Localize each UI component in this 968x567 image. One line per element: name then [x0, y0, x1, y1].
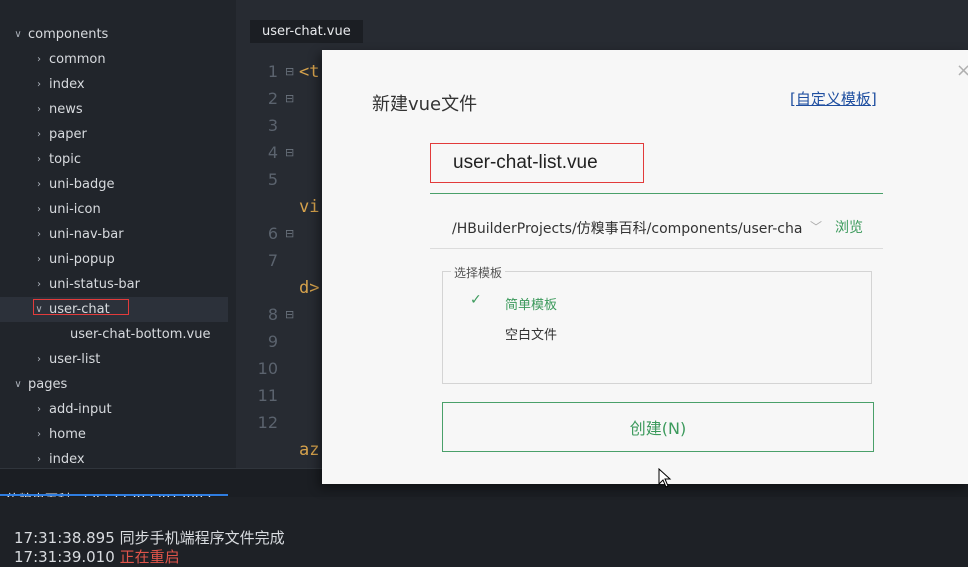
- line-number: 1: [267, 62, 278, 81]
- sidebar-item-common[interactable]: › common: [0, 47, 228, 72]
- sidebar-item-label: common: [49, 52, 106, 67]
- chevron-right-icon[interactable]: ›: [33, 197, 45, 222]
- sidebar-item-label: pages: [28, 377, 68, 392]
- sidebar-item-index[interactable]: › index: [0, 447, 228, 468]
- sidebar-item-paper[interactable]: › paper: [0, 122, 228, 147]
- log-error-text: 正在重启: [119, 548, 180, 566]
- fold-icon[interactable]: ⊟: [285, 92, 294, 105]
- sidebar-item-uni-badge[interactable]: › uni-badge: [0, 172, 228, 197]
- sidebar-item-label: paper: [49, 127, 87, 142]
- chevron-right-icon[interactable]: ›: [33, 272, 45, 297]
- filename-field-wrap: [430, 143, 883, 194]
- fold-icon[interactable]: ⊟: [285, 65, 294, 78]
- sidebar-item-label: index: [49, 452, 85, 467]
- chevron-right-icon[interactable]: ›: [33, 422, 45, 447]
- line-number: 9: [267, 332, 278, 351]
- sidebar-item-label: uni-status-bar: [49, 277, 140, 292]
- chevron-right-icon[interactable]: ›: [33, 147, 45, 172]
- line-number: 5: [267, 170, 278, 189]
- line-number: 3: [267, 116, 278, 135]
- sidebar-item-index[interactable]: › index: [0, 72, 228, 97]
- code-fragment[interactable]: vi: [299, 197, 319, 217]
- fold-icon[interactable]: ⊟: [285, 308, 294, 321]
- chevron-right-icon[interactable]: ›: [33, 97, 45, 122]
- template-option-blank[interactable]: 空白文件: [505, 324, 557, 343]
- tab-user-chat-vue[interactable]: user-chat.vue: [250, 20, 363, 43]
- chevron-right-icon[interactable]: ›: [33, 122, 45, 147]
- sidebar-item-news[interactable]: › news: [0, 97, 228, 122]
- sidebar-item-label: topic: [49, 152, 82, 167]
- sidebar-item-uni-nav-bar[interactable]: › uni-nav-bar: [0, 222, 228, 247]
- sidebar-item-label: user-chat-bottom.vue: [70, 327, 211, 342]
- sidebar-item-home[interactable]: › home: [0, 422, 228, 447]
- chevron-right-icon[interactable]: ›: [33, 447, 45, 468]
- sidebar-item-label: uni-popup: [49, 252, 115, 267]
- chevron-right-icon[interactable]: ›: [33, 172, 45, 197]
- code-fragment[interactable]: az: [299, 440, 319, 460]
- new-vue-file-dialog: 新建vue文件 [自定义模板] × /HBuilderProjects/仿糗事百…: [322, 50, 968, 484]
- dialog-title: 新建vue文件: [372, 94, 478, 115]
- chevron-right-icon[interactable]: ›: [33, 222, 45, 247]
- log-time: 17:31:38.895: [14, 529, 115, 547]
- line-number: 2: [267, 89, 278, 108]
- sidebar-item-label: uni-nav-bar: [49, 227, 124, 242]
- sidebar-item-user-list[interactable]: › user-list: [0, 347, 228, 372]
- chevron-right-icon[interactable]: ›: [33, 397, 45, 422]
- custom-template-link[interactable]: [自定义模板]: [790, 88, 877, 109]
- sidebar-item-pages[interactable]: ∨ pages: [0, 372, 228, 397]
- log-line: 17:31:39.010 正在重启: [14, 546, 180, 567]
- console-output: 17:31:38.895 同步手机端程序文件完成 17:31:39.010 正在…: [0, 497, 968, 566]
- fold-icon[interactable]: ⊟: [285, 146, 294, 159]
- template-option-simple[interactable]: 简单模板: [505, 294, 557, 313]
- chevron-right-icon[interactable]: ›: [33, 347, 45, 372]
- sidebar-item-label: home: [49, 427, 86, 442]
- chevron-right-icon[interactable]: ›: [33, 247, 45, 272]
- line-number: 11: [257, 386, 278, 405]
- chevron-down-icon[interactable]: ﹀: [810, 218, 822, 235]
- line-number: 6: [267, 224, 278, 243]
- code-fragment[interactable]: d>: [299, 278, 319, 298]
- line-number: 7: [267, 251, 278, 270]
- console-tab-underline: [0, 494, 228, 496]
- create-button[interactable]: 创建(N): [442, 402, 874, 452]
- close-icon[interactable]: ×: [956, 60, 968, 81]
- mouse-cursor-icon: [658, 468, 672, 488]
- sidebar-item-user-chat-bottom-vue[interactable]: user-chat-bottom.vue: [0, 322, 228, 347]
- template-group-label: 选择模板: [451, 264, 506, 281]
- log-time: 17:31:39.010: [14, 548, 115, 566]
- sidebar-item-label: news: [49, 102, 83, 117]
- sidebar-item-components[interactable]: ∨ components: [0, 22, 228, 47]
- sidebar-item-label: index: [49, 77, 85, 92]
- line-number: 4: [267, 143, 278, 162]
- sidebar-item-uni-icon[interactable]: › uni-icon: [0, 197, 228, 222]
- fold-icon[interactable]: ⊟: [285, 227, 294, 240]
- code-fragment[interactable]: <t: [299, 62, 319, 82]
- sidebar-item-uni-status-bar[interactable]: › uni-status-bar: [0, 272, 228, 297]
- sidebar-item-uni-popup[interactable]: › uni-popup: [0, 247, 228, 272]
- path-selector[interactable]: /HBuilderProjects/仿糗事百科/components/user-…: [430, 208, 883, 249]
- check-icon: ✓: [470, 292, 482, 308]
- chevron-down-icon[interactable]: ∨: [12, 372, 24, 397]
- project-explorer: ∨ components › common › index › news › paper › topi…: [0, 0, 236, 468]
- log-line: 17:31:38.895 同步手机端程序文件完成: [14, 527, 285, 548]
- filename-input[interactable]: [430, 143, 644, 183]
- browse-button[interactable]: 浏览: [835, 217, 863, 237]
- line-number: 10: [257, 359, 278, 378]
- log-text: 同步手机端程序文件完成: [119, 529, 285, 547]
- sidebar-item-label: uni-badge: [49, 177, 115, 192]
- sidebar-item-topic[interactable]: › topic: [0, 147, 228, 172]
- selection-highlight-box: [33, 299, 129, 315]
- sidebar-item-label: add-input: [49, 402, 112, 417]
- sidebar-item-label: user-list: [49, 352, 101, 367]
- path-value[interactable]: /HBuilderProjects/仿糗事百科/components/user-…: [452, 218, 802, 238]
- chevron-right-icon[interactable]: ›: [33, 47, 45, 72]
- sidebar-item-add-input[interactable]: › add-input: [0, 397, 228, 422]
- line-number: 12: [257, 413, 278, 432]
- line-number: 8: [267, 305, 278, 324]
- chevron-right-icon[interactable]: ›: [33, 72, 45, 97]
- sidebar-item-label: uni-icon: [49, 202, 101, 217]
- sidebar-item-label: components: [28, 27, 109, 42]
- template-group: 选择模板 ✓ 简单模板 空白文件: [442, 264, 872, 384]
- chevron-down-icon[interactable]: ∨: [12, 22, 24, 47]
